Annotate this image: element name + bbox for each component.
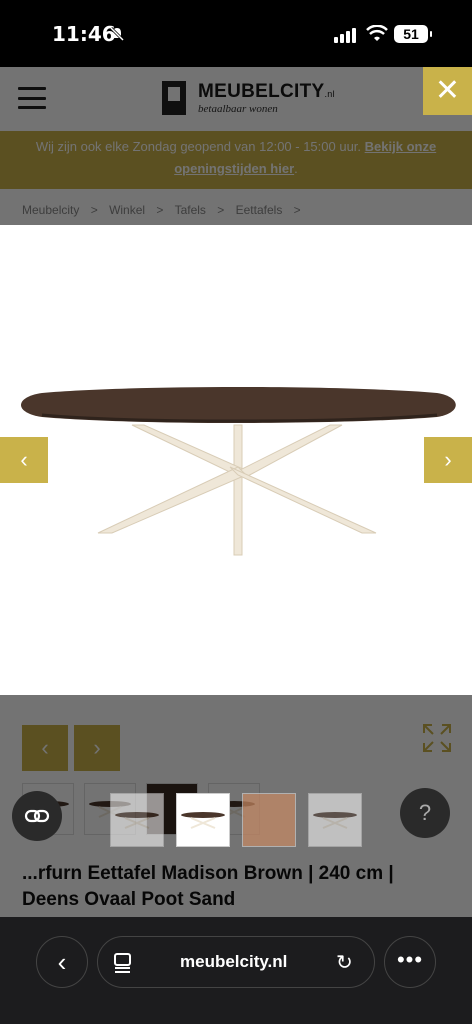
lightbox-image-area: ‹ › — [0, 225, 472, 695]
address-bar[interactable]: meubelcity.nl ↻ — [97, 936, 375, 988]
lightbox-thumbnail[interactable] — [110, 793, 164, 847]
logo-name: MEUBELCITY — [198, 81, 325, 102]
more-options-button[interactable]: ••• — [384, 936, 436, 988]
web-page: MEUBELCITY.nl betaalbaar wonen Wij zijn … — [0, 67, 472, 917]
wifi-icon — [366, 25, 388, 41]
breadcrumb-separator: > — [293, 203, 301, 217]
site-logo[interactable]: MEUBELCITY.nl betaalbaar wonen — [162, 79, 335, 119]
lightbox-thumbnail-active[interactable] — [176, 793, 230, 847]
breadcrumb-home[interactable]: Meubelcity — [22, 203, 79, 217]
reload-icon[interactable]: ↻ — [336, 950, 353, 975]
breadcrumb: Meubelcity > Winkel > Tafels > Eettafels… — [0, 189, 472, 224]
product-image — [21, 387, 456, 556]
promo-end: . — [294, 161, 298, 176]
url-text: meubelcity.nl — [180, 952, 288, 971]
promo-text: Wij zijn ook elke Zondag geopend van 12:… — [35, 139, 362, 154]
logo-mark-icon — [162, 81, 186, 115]
product-title: ...rfurn Eettafel Madison Brown | 240 cm… — [22, 863, 394, 910]
page-menu-icon[interactable] — [114, 953, 132, 973]
browser-back-button[interactable]: ‹ — [36, 936, 88, 988]
prev-image-button[interactable]: ‹ — [0, 437, 48, 483]
lightbox-thumbnail-strip — [110, 793, 362, 847]
breadcrumb-separator: > — [217, 203, 225, 217]
bell-muted-icon — [109, 26, 125, 42]
browser-toolbar: ‹ meubelcity.nl ↻ ••• — [0, 917, 472, 1024]
gallery-prev-button[interactable]: ‹ — [22, 725, 68, 771]
help-button[interactable]: ? — [400, 788, 450, 838]
promo-banner: Wij zijn ook elke Zondag geopend van 12:… — [0, 131, 472, 189]
share-link-button[interactable] — [12, 791, 62, 841]
logo-tagline: betaalbaar wonen — [198, 103, 278, 115]
breadcrumb-shop[interactable]: Winkel — [109, 203, 145, 217]
status-time: 11:46 — [52, 22, 116, 46]
signal-icon — [334, 27, 356, 43]
breadcrumb-separator: > — [90, 203, 98, 217]
battery-indicator: 51 — [394, 25, 432, 43]
next-image-button[interactable]: › — [424, 437, 472, 483]
breadcrumb-tables[interactable]: Tafels — [175, 203, 206, 217]
breadcrumb-separator: > — [156, 203, 164, 217]
link-icon — [24, 809, 50, 823]
expand-icon[interactable] — [422, 723, 452, 753]
site-header: MEUBELCITY.nl betaalbaar wonen — [0, 67, 472, 131]
lightbox-thumbnail[interactable] — [242, 793, 296, 847]
gallery-next-button[interactable]: › — [74, 725, 120, 771]
menu-icon[interactable] — [18, 87, 46, 109]
lightbox-thumbnail[interactable] — [308, 793, 362, 847]
close-lightbox-button[interactable]: ✕ — [423, 67, 472, 115]
status-bar: 11:46 51 — [0, 0, 472, 67]
breadcrumb-dining-tables[interactable]: Eettafels — [236, 203, 283, 217]
logo-suffix: .nl — [324, 89, 335, 99]
